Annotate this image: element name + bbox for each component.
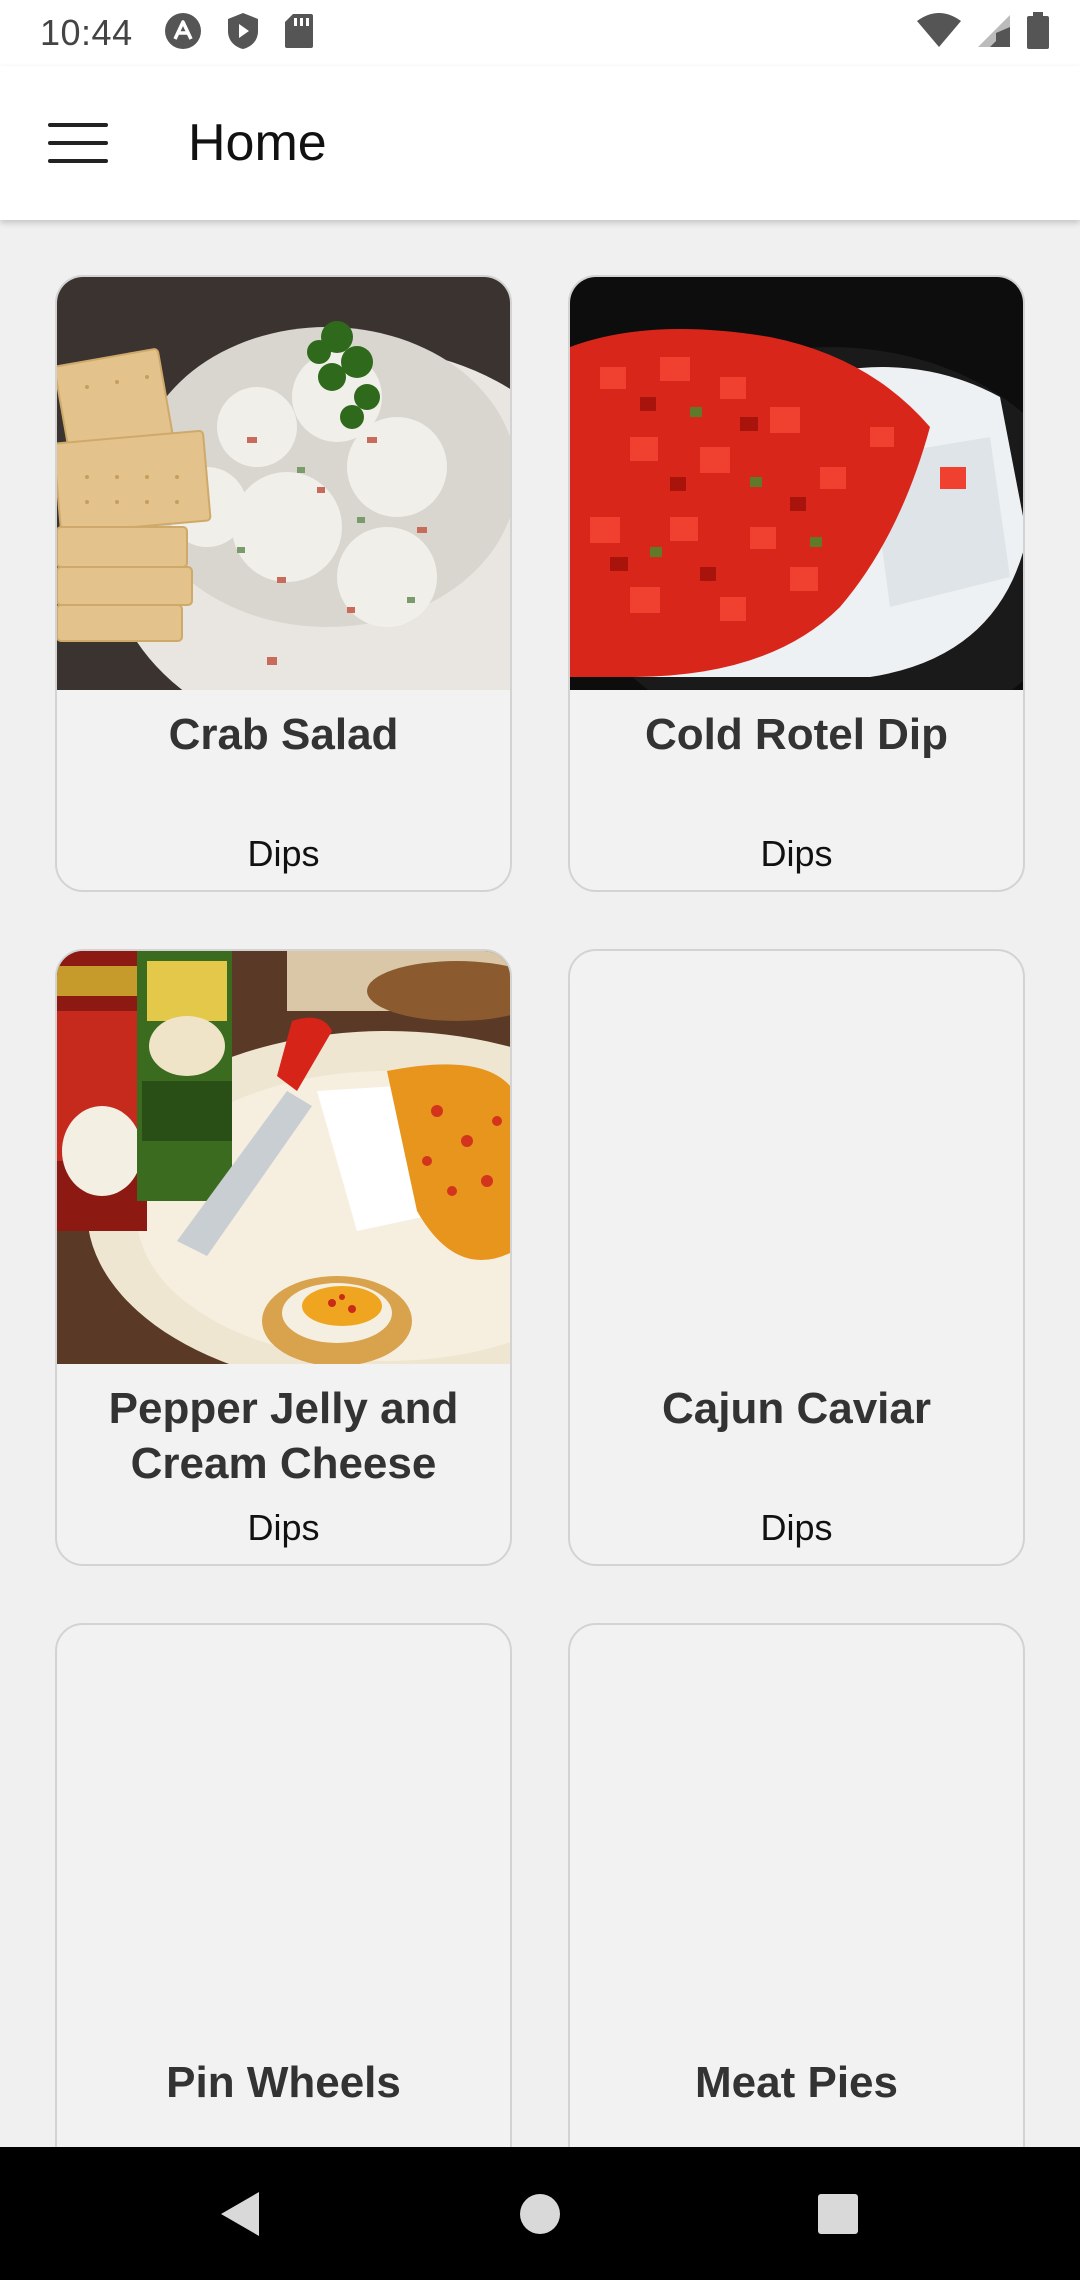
recipe-image-placeholder	[57, 1625, 510, 2038]
recipe-card[interactable]: Cajun Caviar Dips	[568, 949, 1025, 1566]
back-icon[interactable]	[170, 2147, 310, 2280]
sd-card-icon	[283, 12, 315, 55]
recipe-grid: Crab Salad Dips Cold Rotel Dip Dips Pepp…	[0, 220, 1080, 2147]
recipe-category: Dips	[247, 1507, 320, 1548]
recipe-image-cold-rotel-dip	[570, 277, 1023, 690]
battery-icon	[1026, 11, 1050, 55]
recipe-title: Meat Pies	[695, 2058, 898, 2107]
recents-icon[interactable]	[768, 2147, 908, 2280]
recipe-category: Dips	[247, 833, 320, 874]
recipe-title: Cold Rotel Dip	[644, 710, 949, 759]
recipe-category: Dips	[760, 1507, 833, 1548]
app-bar: Home	[0, 66, 1080, 220]
status-right-icons	[916, 11, 1050, 55]
recipe-image-pepper-jelly	[57, 951, 510, 1364]
recipe-image-crab-salad	[57, 277, 510, 690]
recipe-title: Cajun Caviar	[662, 1384, 931, 1433]
signal-icon	[976, 13, 1012, 54]
hamburger-menu-icon[interactable]	[48, 123, 108, 163]
page-title: Home	[188, 114, 327, 172]
recipe-card[interactable]: Pepper Jelly and Cream Cheese Dips	[55, 949, 512, 1566]
a-circle-icon	[163, 11, 203, 56]
recipe-title: Pin Wheels	[166, 2058, 401, 2107]
recipe-image-placeholder	[570, 1625, 1023, 2038]
status-time: 10:44	[40, 12, 133, 53]
status-bar: 10:44	[0, 0, 1080, 66]
recipe-card[interactable]: Pin Wheels	[55, 1623, 512, 2147]
play-shield-icon	[225, 11, 261, 56]
recipe-title: Pepper Jelly and Cream Cheese	[108, 1384, 459, 1488]
recipe-category: Dips	[760, 833, 833, 874]
navigation-bar	[0, 2147, 1080, 2280]
recipe-image-placeholder	[570, 951, 1023, 1364]
recipe-title: Crab Salad	[168, 710, 399, 759]
wifi-icon	[916, 12, 962, 54]
recipe-card[interactable]: Meat Pies	[568, 1623, 1025, 2147]
status-left-icons	[163, 11, 315, 56]
recipe-card[interactable]: Crab Salad Dips	[55, 275, 512, 892]
home-icon[interactable]	[470, 2147, 610, 2280]
recipe-card[interactable]: Cold Rotel Dip Dips	[568, 275, 1025, 892]
